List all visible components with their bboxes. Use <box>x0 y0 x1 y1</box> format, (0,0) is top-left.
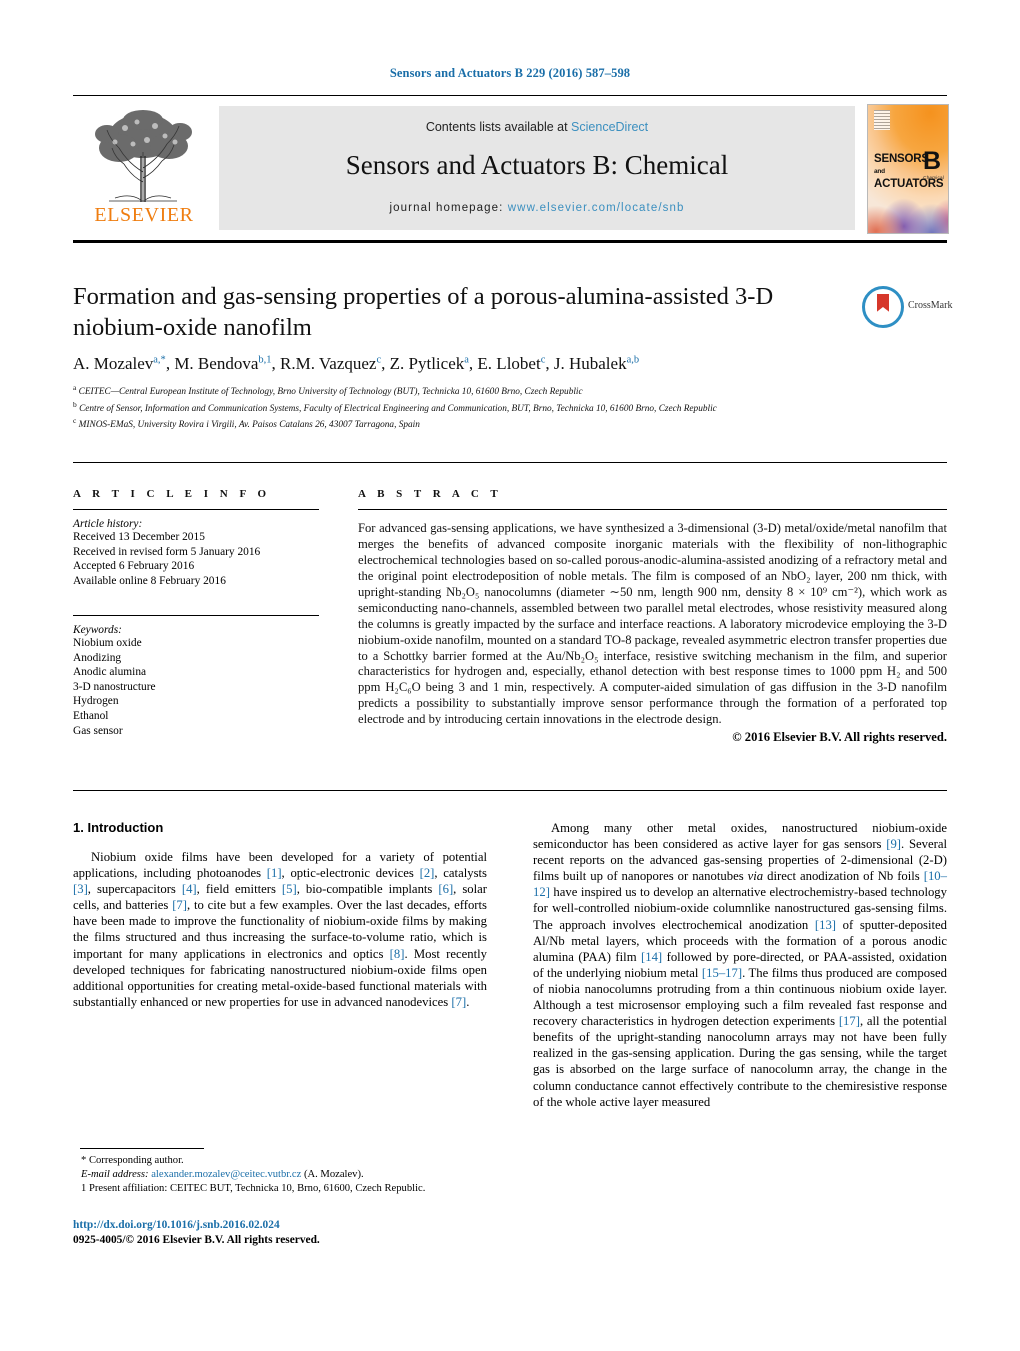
article-info-heading: A R T I C L E I N F O <box>73 488 271 500</box>
email-suffix: (A. Mozalev). <box>303 1169 364 1180</box>
footnote-block: * Corresponding author. E-mail address: … <box>73 1154 487 1196</box>
article-info-divider <box>73 509 319 511</box>
running-head: Sensors and Actuators B 229 (2016) 587–5… <box>389 66 631 80</box>
sciencedirect-link[interactable]: ScienceDirect <box>571 120 648 134</box>
present-affiliation-note: 1 Present affiliation: CEITEC BUT, Techn… <box>81 1183 426 1194</box>
issn-copyright-line: 0925-4005/© 2016 Elsevier B.V. All right… <box>73 1233 320 1246</box>
article-info-column: A R T I C L E I N F O Article history: R… <box>73 488 319 738</box>
keywords-label: Keywords: <box>73 623 122 636</box>
page-title: Formation and gas-sensing properties of … <box>73 283 774 341</box>
footer-doi-block: http://dx.doi.org/10.1016/j.snb.2016.02.… <box>73 1218 573 1247</box>
keywords-block: Keywords: Niobium oxide Anodizing Anodic a… <box>73 614 319 738</box>
abstract-copyright: © 2016 Elsevier B.V. All rights reserved… <box>732 730 947 745</box>
homepage-prefix: journal homepage: <box>389 202 508 214</box>
cover-letter-b: B <box>922 147 941 175</box>
cover-elsevier-mark-icon <box>874 110 890 130</box>
citation-ref[interactable]: [4] <box>182 882 197 896</box>
keyword-item: Anodic alumina <box>73 666 147 679</box>
citation-ref[interactable]: [7] <box>172 898 187 912</box>
keyword-item: 3-D nanostructure <box>73 680 156 693</box>
citation-ref[interactable]: [8] <box>390 947 405 961</box>
article-history-item: Accepted 6 February 2016 <box>73 560 195 573</box>
cover-subtitle: Chemical <box>923 175 944 180</box>
article-history-item: Available online 8 February 2016 <box>73 575 226 588</box>
journal-homepage-line: journal homepage: www.elsevier.com/locat… <box>219 202 855 214</box>
keywords-divider <box>73 614 319 616</box>
journal-cover-thumbnail: SENSORS and ACTUATORS B Chemical <box>867 104 949 234</box>
citation-ref[interactable]: [6] <box>438 882 453 896</box>
citation-ref[interactable]: [13] <box>815 918 836 932</box>
journal-homepage-link[interactable]: www.elsevier.com/locate/snb <box>508 202 685 214</box>
cover-line2: ACTUATORS <box>874 178 944 191</box>
email-link[interactable]: alexander.mozalev@ceitec.vutbr.cz <box>151 1169 301 1180</box>
paper-page: Sensors and Actuators B 229 (2016) 587–5… <box>0 0 1020 1351</box>
affiliation-line: a CEITEC—Central European Institute of T… <box>73 383 583 398</box>
crossmark-label: CrossMark <box>908 300 953 311</box>
cover-swirl-graphic <box>868 184 948 233</box>
header-rule <box>73 95 947 96</box>
body-left-column: 1. Introduction Niobium oxide films have… <box>73 820 487 1010</box>
doi-link[interactable]: http://dx.doi.org/10.1016/j.snb.2016.02.… <box>73 1218 573 1233</box>
affiliation-line: c MINOS-EMaS, University Rovira i Virgil… <box>73 416 420 431</box>
cover-title-text: SENSORS and ACTUATORS <box>874 153 944 191</box>
article-history-list: Received 13 December 2015 Received in rev… <box>73 530 319 588</box>
abstract-bottom-rule <box>73 790 947 792</box>
footnote-rule <box>80 1148 204 1149</box>
citation-ref[interactable]: [1] <box>267 866 282 880</box>
intro-paragraph-left: Niobium oxide films have been developed … <box>73 850 487 1009</box>
citation-ref[interactable]: [15–17] <box>702 966 742 980</box>
body-right-column: Among many other metal oxides, nanostruc… <box>533 820 947 1110</box>
contents-prefix: Contents lists available at <box>425 120 572 134</box>
journal-title: Sensors and Actuators B: Chemical <box>345 150 729 180</box>
citation-ref[interactable]: [5] <box>282 882 297 896</box>
contents-lists-line: Contents lists available at ScienceDirec… <box>219 120 855 134</box>
crossmark-badge[interactable]: CrossMark <box>862 286 958 330</box>
article-history-item: Received 13 December 2015 <box>73 531 205 544</box>
abstract-column: A B S T R A C T For advanced gas-sensing… <box>358 488 947 745</box>
elsevier-tree-icon <box>95 110 192 202</box>
journal-masthead: ELSEVIER Contents lists available at Sci… <box>73 104 949 234</box>
section-heading-introduction: 1. Introduction <box>73 820 164 835</box>
citation-ref[interactable]: [9] <box>886 837 901 851</box>
corresponding-author-note: * Corresponding author. <box>81 1155 184 1166</box>
keyword-item: Niobium oxide <box>73 636 142 649</box>
keyword-item: Anodizing <box>73 651 122 664</box>
citation-ref[interactable]: [7] <box>451 995 466 1009</box>
citation-ref[interactable]: [2] <box>420 866 435 880</box>
affiliation-list: a CEITEC—Central European Institute of T… <box>73 382 947 432</box>
keyword-item: Gas sensor <box>73 724 123 737</box>
intro-paragraph-right: Among many other metal oxides, nanostruc… <box>533 821 947 1109</box>
keyword-item: Hydrogen <box>73 695 119 708</box>
abstract-top-rule <box>73 462 947 464</box>
cover-line1: SENSORS <box>874 153 929 165</box>
elsevier-wordmark: ELSEVIER <box>94 204 194 226</box>
abstract-heading: A B S T R A C T <box>358 488 503 500</box>
crossmark-icon <box>862 286 904 328</box>
article-history-label: Article history: <box>73 518 143 531</box>
affiliation-line: b Centre of Sensor, Information and Comm… <box>73 399 717 414</box>
email-note: E-mail address: alexander.mozalev@ceitec… <box>73 1168 487 1182</box>
citation-ref[interactable]: [10–12] <box>533 869 947 899</box>
author-list: A. Mozaleva,*, M. Bendovab,1, R.M. Vazqu… <box>73 354 640 373</box>
masthead-center-panel: Contents lists available at ScienceDirec… <box>219 106 855 230</box>
article-history-item: Received in revised form 5 January 2016 <box>73 545 261 558</box>
abstract-divider <box>358 509 947 511</box>
citation-ref[interactable]: [3] <box>73 882 88 896</box>
keywords-list: Niobium oxide Anodizing Anodic alumina 3-D … <box>73 636 319 738</box>
abstract-text: For advanced gas-sensing applications, w… <box>358 521 947 727</box>
citation-ref[interactable]: [17] <box>839 1014 860 1028</box>
masthead-bottom-rule <box>73 240 947 243</box>
citation-ref[interactable]: [14] <box>641 950 662 964</box>
email-label: E-mail address: <box>81 1169 149 1180</box>
elsevier-logo: ELSEVIER <box>73 104 215 232</box>
keyword-item: Ethanol <box>73 709 109 722</box>
cover-and: and <box>874 167 885 175</box>
